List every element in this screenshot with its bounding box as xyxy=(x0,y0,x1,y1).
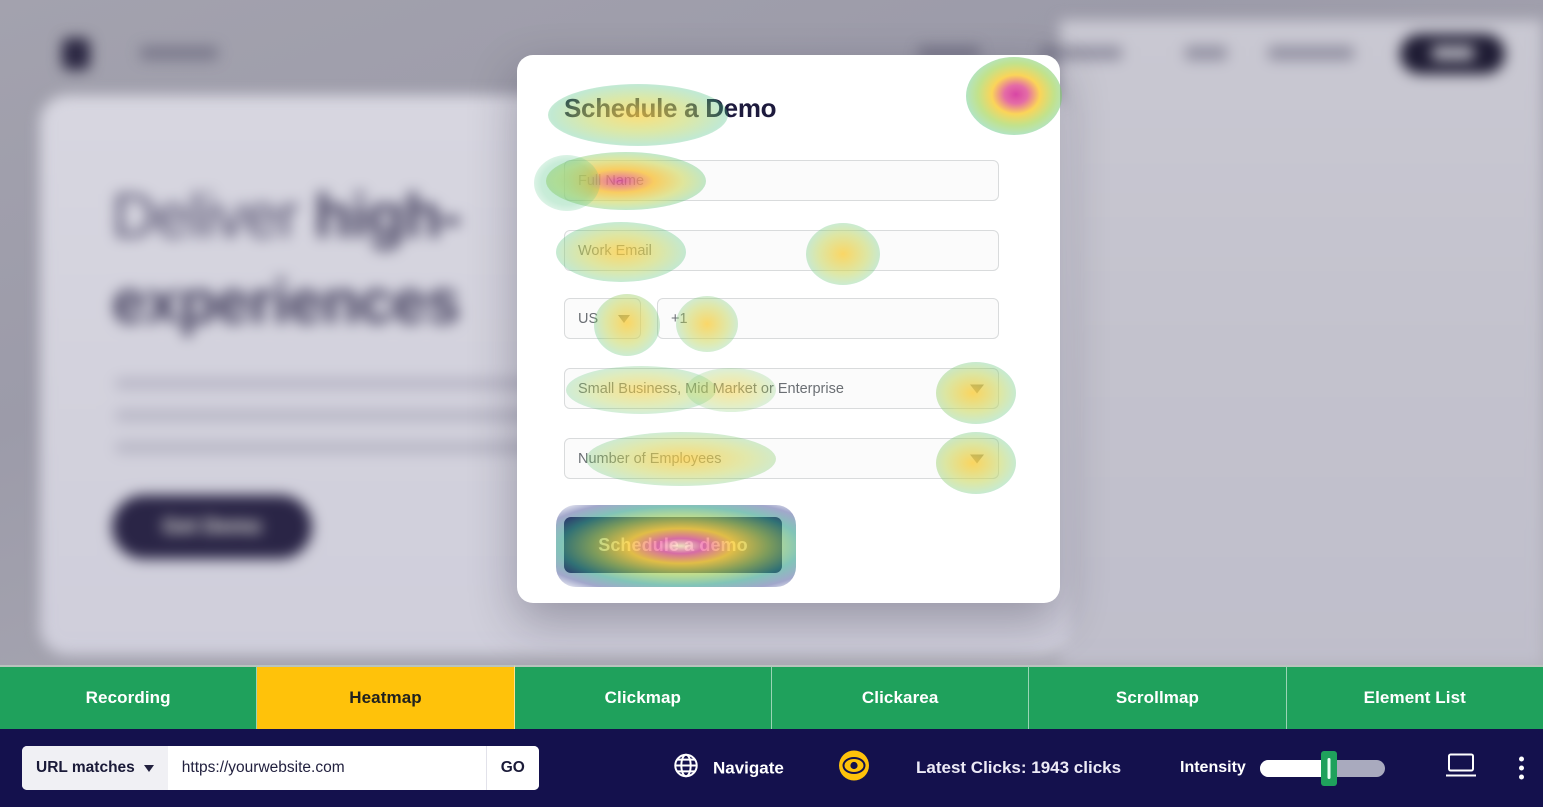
tab-clickmap[interactable]: Clickmap xyxy=(514,665,772,729)
hero-headline-line2: experiences xyxy=(112,268,460,337)
navigate-label: Navigate xyxy=(713,758,784,777)
latest-clicks-text: Latest Clicks: 1943 clicks xyxy=(916,758,1122,777)
eye-icon[interactable] xyxy=(838,750,870,787)
mode-tab-bar: Recording Heatmap Clickmap Clickarea Scr… xyxy=(0,665,1543,729)
tab-label: Recording xyxy=(85,688,171,707)
country-code-value: US xyxy=(578,310,599,327)
close-icon[interactable] xyxy=(1004,75,1038,109)
tab-label: Element List xyxy=(1363,688,1466,707)
heatmap-tool-screen: Deliver high- experiences Get Demo Sched… xyxy=(0,0,1543,807)
tab-scrollmap[interactable]: Scrollmap xyxy=(1029,665,1287,729)
tab-clickarea[interactable]: Clickarea xyxy=(771,665,1030,729)
phone-placeholder: +1 xyxy=(671,310,688,327)
schedule-demo-submit-button[interactable]: Schedule a demo xyxy=(564,517,782,573)
intensity-label: Intensity xyxy=(1180,759,1246,776)
intensity-slider-fill xyxy=(1259,759,1329,777)
url-filter-group: URL matches GO xyxy=(22,746,539,790)
tab-label: Scrollmap xyxy=(1115,688,1200,707)
heatmap-toolbar: URL matches GO Navigate xyxy=(0,729,1543,807)
navigate-control[interactable]: Navigate xyxy=(672,752,784,785)
work-email-input[interactable]: Work Email xyxy=(564,230,999,271)
hero-photo xyxy=(1060,20,1543,665)
intensity-slider-thumb[interactable] xyxy=(1320,750,1337,786)
globe-icon xyxy=(672,752,700,785)
schedule-demo-modal: Schedule a Demo Full Name Work Email US … xyxy=(517,55,1060,603)
full-name-placeholder: Full Name xyxy=(578,172,645,189)
desktop-icon[interactable] xyxy=(1444,751,1478,786)
hero-headline-line1: Deliver high- xyxy=(112,182,462,251)
site-logo-icon xyxy=(62,38,90,70)
intensity-slider[interactable] xyxy=(1259,750,1385,786)
chevron-down-icon xyxy=(970,454,984,463)
tab-label: Heatmap xyxy=(349,688,422,707)
site-nav-item[interactable] xyxy=(1185,46,1227,60)
url-input[interactable] xyxy=(167,746,486,790)
tab-element-list[interactable]: Element List xyxy=(1286,665,1543,729)
hero-get-demo-label: Get Demo xyxy=(162,515,262,538)
company-segment-select[interactable]: Small Business, Mid Market or Enterprise xyxy=(564,368,999,409)
phone-number-input[interactable]: +1 xyxy=(657,298,999,339)
tab-label: Clickmap xyxy=(604,688,682,707)
number-of-employees-select[interactable]: Number of Employees xyxy=(564,438,999,479)
chevron-down-icon xyxy=(970,384,984,393)
country-code-select[interactable]: US xyxy=(564,298,641,339)
site-nav-item[interactable] xyxy=(1268,46,1354,60)
tab-label: Clickarea xyxy=(861,688,939,707)
full-name-input[interactable]: Full Name xyxy=(564,160,999,201)
site-nav-item[interactable] xyxy=(140,46,218,60)
tab-heatmap[interactable]: Heatmap xyxy=(257,665,515,729)
url-match-label: URL matches xyxy=(36,759,135,776)
tab-recording[interactable]: Recording xyxy=(0,665,258,729)
work-email-placeholder: Work Email xyxy=(578,242,652,259)
company-segment-placeholder: Small Business, Mid Market or Enterprise xyxy=(578,380,844,397)
chevron-down-icon xyxy=(618,314,630,323)
kebab-menu-icon[interactable] xyxy=(1519,756,1524,780)
chevron-down-icon xyxy=(143,764,154,772)
url-match-dropdown[interactable]: URL matches xyxy=(22,746,168,790)
go-button[interactable]: GO xyxy=(485,746,539,790)
modal-title: Schedule a Demo xyxy=(564,93,777,123)
schedule-demo-submit-label: Schedule a demo xyxy=(598,534,748,555)
intensity-control: Intensity xyxy=(1180,750,1385,786)
number-of-employees-placeholder: Number of Employees xyxy=(578,450,722,467)
